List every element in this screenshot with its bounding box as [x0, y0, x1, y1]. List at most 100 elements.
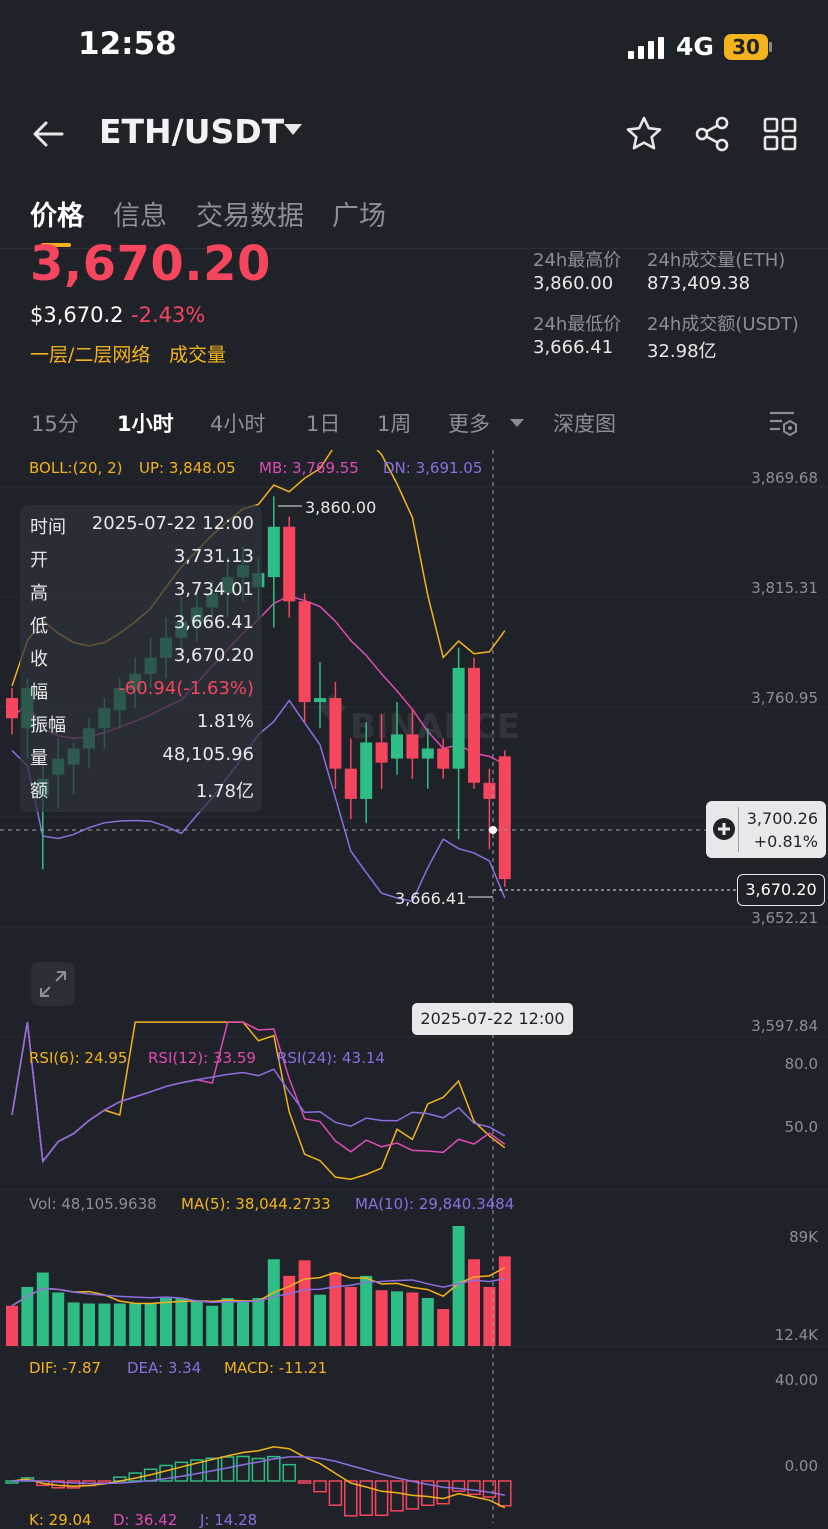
volume-bar — [160, 1298, 172, 1346]
tab-price[interactable]: 价格 — [30, 194, 84, 233]
candle — [375, 742, 388, 763]
volume-bar — [144, 1303, 157, 1346]
macd-bar — [174, 1461, 189, 1482]
macd-bar — [328, 1480, 343, 1506]
candle — [267, 526, 280, 578]
tf-more[interactable]: 更多 — [448, 408, 490, 438]
tf-1d[interactable]: 1日 — [306, 408, 340, 438]
macd-bar — [390, 1480, 404, 1512]
tt-key: 收 — [30, 649, 48, 670]
macd-value-label: MACD: -11.21 — [224, 1359, 328, 1377]
macd-bar — [297, 1480, 312, 1484]
boll-dn: DN: 3,691.05 — [383, 459, 483, 477]
volume-bar — [129, 1303, 142, 1346]
macd-dea-line — [11, 1456, 505, 1497]
tf-1h[interactable]: 1小时 — [117, 408, 174, 438]
candle — [498, 756, 511, 880]
volume-bar — [237, 1301, 249, 1346]
tab-info[interactable]: 信息 — [113, 194, 167, 233]
vol-ma10-label: MA(10): 29,840.3484 — [355, 1195, 515, 1213]
crosshair-time: 2025-07-22 12:00 — [412, 1003, 573, 1035]
candle — [452, 667, 465, 769]
chart-settings-icon[interactable] — [768, 409, 798, 439]
star-icon[interactable] — [624, 114, 664, 154]
candle — [6, 698, 18, 719]
macd-bar — [467, 1480, 481, 1496]
tag-network[interactable]: 一层/二层网络 — [30, 340, 150, 367]
usd-price: $3,670.2 — [30, 303, 124, 327]
macd-bar — [282, 1463, 296, 1482]
amount-label: 24h成交额(USDT) — [647, 314, 799, 335]
volume-bar — [252, 1298, 265, 1346]
expand-icon — [40, 971, 66, 997]
separator — [738, 807, 739, 852]
price-axis-label: 3,815.31 — [751, 579, 818, 597]
rsi24-line — [11, 1022, 506, 1164]
candle — [406, 734, 419, 759]
tt-key: 量 — [30, 748, 48, 769]
kdj-k-label: K: 29.04 — [29, 1511, 92, 1529]
change-percent: -2.43% — [131, 303, 206, 327]
macd-bar — [374, 1480, 389, 1517]
tt-value: 3,666.41 — [173, 612, 254, 633]
volume-label: 24h成交量(ETH) — [647, 250, 786, 271]
volume-bar — [36, 1272, 49, 1346]
price-axis-label: 3,760.95 — [751, 689, 818, 707]
candle — [329, 698, 342, 769]
share-icon[interactable] — [692, 114, 732, 154]
kdj-d-label: D: 36.42 — [113, 1511, 178, 1529]
last-price: 3,670.20 — [30, 236, 271, 292]
candle — [344, 768, 357, 799]
high-label: 24h最高价 — [533, 250, 622, 271]
tt-value: 3,731.13 — [173, 546, 254, 567]
pair-title[interactable]: ETH/USDT — [99, 112, 284, 151]
battery-icon: 30 — [724, 34, 768, 60]
candle — [468, 667, 480, 783]
candle — [421, 748, 434, 759]
volume-bar — [391, 1291, 403, 1346]
rsi6-label: RSI(6): 24.95 — [29, 1049, 128, 1067]
rsi6-line — [11, 1021, 506, 1180]
tt-key: 幅 — [30, 682, 48, 703]
tf-15m[interactable]: 15分 — [31, 408, 79, 438]
tf-depth[interactable]: 深度图 — [553, 408, 616, 438]
tt-key: 时间 — [30, 517, 66, 538]
chevron-down-icon[interactable] — [510, 419, 524, 427]
tt-key: 高 — [30, 583, 48, 604]
tt-value: 48,105.96 — [162, 744, 254, 765]
tf-1w[interactable]: 1周 — [377, 408, 411, 438]
vol-axis-label: 12.4K — [774, 1326, 818, 1344]
crosshair-pct: +0.81% — [753, 832, 818, 851]
volume-bar — [360, 1275, 373, 1346]
tf-4h[interactable]: 4小时 — [210, 408, 265, 438]
macd-bar — [482, 1480, 497, 1498]
tt-value: 2025-07-22 12:00 — [91, 513, 254, 534]
low-value: 3,666.41 — [533, 337, 614, 358]
back-arrow-icon[interactable] — [30, 116, 66, 152]
kdj-j-label: J: 14.28 — [200, 1511, 258, 1529]
price-axis-label: 3,869.68 — [751, 469, 818, 487]
tt-value: 3,670.20 — [173, 645, 254, 666]
low-label: 24h最低价 — [533, 314, 622, 335]
tab-trade-data[interactable]: 交易数据 — [196, 194, 304, 233]
candle — [437, 748, 450, 769]
volume-bar — [406, 1292, 419, 1346]
volume-bar — [52, 1292, 65, 1346]
tt-key: 额 — [30, 781, 48, 802]
candle — [283, 526, 296, 602]
expand-button[interactable] — [31, 962, 75, 1006]
vol-ma5-label: MA(5): 38,044.2733 — [181, 1195, 331, 1213]
macd-bar — [313, 1480, 327, 1493]
status-time: 12:58 — [78, 26, 177, 62]
volume-bar — [437, 1309, 450, 1346]
tt-key: 振幅 — [30, 715, 66, 736]
grid-menu-icon[interactable] — [760, 114, 800, 154]
tab-square[interactable]: 广场 — [332, 194, 386, 233]
crosshair-price-box[interactable]: 3,700.26 +0.81% — [706, 801, 826, 858]
tag-volume[interactable]: 成交量 — [169, 340, 226, 367]
crosshair-price: 3,700.26 — [746, 809, 818, 828]
plus-circle-icon[interactable] — [710, 815, 738, 843]
chevron-down-icon[interactable] — [284, 124, 302, 135]
volume-bar — [468, 1259, 480, 1346]
signal-icon — [628, 37, 666, 59]
